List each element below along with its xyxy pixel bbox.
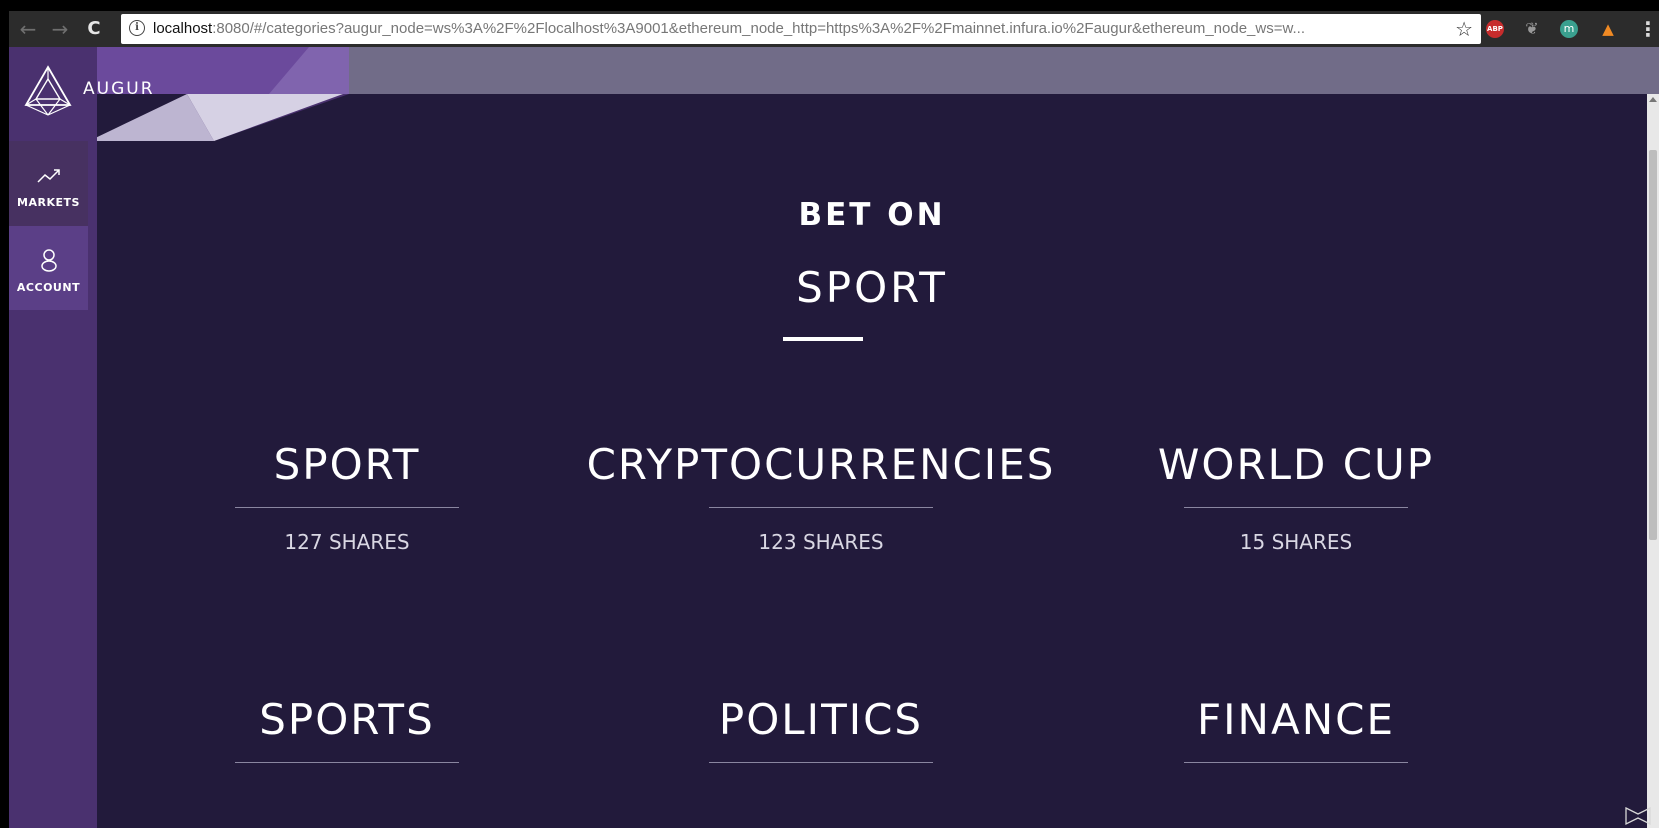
metamask-icon[interactable]: ▲ xyxy=(1599,20,1617,38)
site-info-icon[interactable]: i xyxy=(129,20,145,36)
address-bar[interactable]: i localhost:8080/#/categories?augur_node… xyxy=(121,14,1481,44)
bookmark-star-icon[interactable]: ☆ xyxy=(1455,14,1473,44)
screen-edge xyxy=(0,0,9,828)
brand-name: AUGUR xyxy=(83,79,155,99)
url-path: :8080/#/categories?augur_node=ws%3A%2F%2… xyxy=(212,20,1305,37)
adblock-plus-icon[interactable]: ABP xyxy=(1486,20,1504,38)
sidebar-item-label: MARKETS xyxy=(17,196,80,209)
evernote-icon[interactable]: ❦ xyxy=(1523,20,1541,38)
m-extension-icon[interactable]: m xyxy=(1560,20,1578,38)
trend-up-icon xyxy=(36,169,60,183)
augur-logo-icon xyxy=(24,65,72,116)
category-name: WORLD CUP xyxy=(1157,440,1435,489)
sidebar-item-markets[interactable]: MARKETS xyxy=(9,141,88,226)
category-shares: 127 SHARES xyxy=(284,530,410,554)
category-shares: 15 SHARES xyxy=(1239,530,1353,554)
category-card-sport[interactable]: SPORT 127 SHARES xyxy=(87,440,607,554)
category-name: CRYPTOCURRENCIES xyxy=(586,440,1056,489)
category-divider xyxy=(1184,762,1408,763)
category-divider xyxy=(235,762,459,763)
sidebar-item-label: ACCOUNT xyxy=(16,281,81,294)
url-host: localhost xyxy=(153,20,213,37)
category-card-politics[interactable]: POLITICS xyxy=(561,695,1081,763)
scroll-up-arrow-icon[interactable] xyxy=(1649,97,1657,102)
category-card-finance[interactable]: FINANCE xyxy=(1036,695,1556,763)
category-divider xyxy=(1184,507,1408,508)
category-divider xyxy=(709,762,933,763)
category-card-cryptocurrencies[interactable]: CRYPTOCURRENCIES 123 SHARES xyxy=(561,440,1081,554)
category-name: POLITICS xyxy=(718,695,924,744)
category-divider xyxy=(709,507,933,508)
category-name: SPORTS xyxy=(259,695,435,744)
category-divider xyxy=(235,507,459,508)
browser-menu-icon[interactable]: ⋮ xyxy=(1638,11,1658,47)
hero-kicker: BET ON xyxy=(798,197,946,233)
category-card-sports[interactable]: SPORTS xyxy=(87,695,607,763)
category-name: FINANCE xyxy=(1197,695,1395,744)
logo[interactable]: AUGUR xyxy=(9,47,239,141)
reload-button[interactable]: C xyxy=(81,11,107,47)
user-icon xyxy=(40,249,57,272)
browser-toolbar: ← → C i localhost:8080/#/categories?augu… xyxy=(9,11,1659,47)
category-card-world-cup[interactable]: WORLD CUP 15 SHARES xyxy=(1036,440,1556,554)
back-button[interactable]: ← xyxy=(15,11,41,47)
watermark-logo-icon xyxy=(1625,806,1651,826)
category-shares: 123 SHARES xyxy=(758,530,884,554)
hero-divider xyxy=(783,337,863,341)
scroll-thumb[interactable] xyxy=(1649,150,1657,540)
augur-app: AUGUR MARKETS ACCOUNT BET ON SPORT SPORT… xyxy=(9,47,1659,828)
category-name: SPORT xyxy=(273,440,421,489)
forward-button[interactable]: → xyxy=(47,11,73,47)
sidebar-item-account[interactable]: ACCOUNT xyxy=(9,226,88,310)
url-text[interactable]: localhost:8080/#/categories?augur_node=w… xyxy=(153,14,1443,44)
page-scrollbar[interactable] xyxy=(1647,94,1659,828)
hero-title: SPORT xyxy=(796,263,948,312)
